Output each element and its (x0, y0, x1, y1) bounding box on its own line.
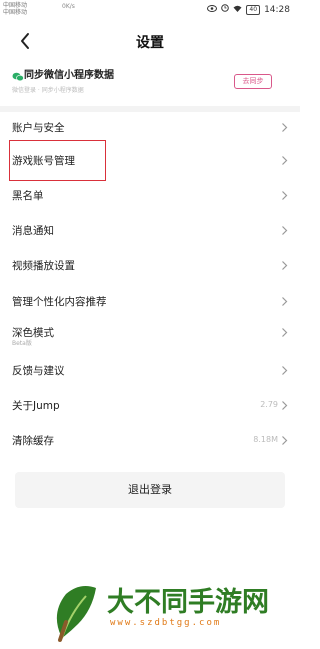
settings-item-about[interactable]: 关于Jump 2.79 (0, 391, 300, 421)
wifi-icon (233, 5, 242, 15)
version-value: 2.79 (260, 400, 278, 409)
alarm-icon (221, 4, 230, 15)
settings-item-personalized-recommendations[interactable]: 管理个性化内容推荐 (0, 287, 300, 317)
settings-item-label: 管理个性化内容推荐 (12, 296, 107, 308)
watermark-title: 大不同手游网 (107, 587, 269, 618)
chevron-right-icon (282, 191, 288, 200)
settings-item-account-security[interactable]: 账户与安全 (0, 113, 300, 143)
chevron-right-icon (282, 297, 288, 306)
settings-item-dark-mode[interactable]: 深色模式 Beta版 (0, 318, 300, 354)
highlight-box (9, 140, 106, 181)
battery-icon: 40 (246, 4, 261, 15)
chevron-right-icon (282, 226, 288, 235)
settings-item-label: 视频播放设置 (12, 260, 75, 272)
settings-item-notifications[interactable]: 消息通知 (0, 216, 300, 246)
network-speed: 0K/s (62, 3, 75, 10)
chevron-right-icon (282, 261, 288, 270)
settings-item-blacklist[interactable]: 黑名单 (0, 181, 300, 211)
status-icons: 40 14:28 (207, 4, 290, 15)
chevron-right-icon (282, 401, 288, 410)
watermark-url: www.szdbtgg.com (110, 618, 222, 628)
settings-item-label: 清除缓存 (12, 435, 54, 447)
section-divider (0, 106, 300, 112)
sync-button[interactable]: 去同步 (234, 74, 272, 89)
carrier-name-2: 中国移动 (3, 9, 28, 16)
page-title: 设置 (136, 35, 164, 51)
eye-icon (207, 4, 218, 15)
settings-item-label: 反馈与建议 (12, 365, 65, 377)
beta-badge: Beta版 (12, 340, 32, 347)
wechat-icon (12, 67, 24, 82)
status-bar: 中国移动 中国移动 0K/s 40 14:28 (0, 0, 300, 22)
settings-item-label: 黑名单 (12, 190, 44, 202)
clock: 14:28 (264, 4, 290, 15)
chevron-right-icon (282, 366, 288, 375)
carrier-info: 中国移动 中国移动 (3, 2, 27, 16)
carrier-name-1: 中国移动 (3, 2, 28, 9)
logout-button[interactable]: 退出登录 (15, 472, 285, 508)
cache-size-value: 8.18M (253, 435, 278, 444)
chevron-right-icon (282, 328, 288, 337)
watermark: 大不同手游网 www.szdbtgg.com (40, 578, 290, 644)
settings-item-video-playback[interactable]: 视频播放设置 (0, 251, 300, 281)
sync-title: 同步微信小程序数据 (24, 70, 114, 81)
settings-item-label: 消息通知 (12, 225, 54, 237)
chevron-right-icon (282, 156, 288, 165)
leaf-logo-icon (56, 586, 96, 642)
navigation-bar: 设置 (0, 28, 300, 58)
settings-item-clear-cache[interactable]: 清除缓存 8.18M (0, 426, 300, 456)
settings-item-label: 账户与安全 (12, 122, 65, 134)
sync-subtitle: 微信登录 · 同步小程序数据 (12, 87, 84, 94)
sync-wechat-section: 同步微信小程序数据 微信登录 · 同步小程序数据 去同步 (0, 62, 300, 104)
settings-item-feedback[interactable]: 反馈与建议 (0, 356, 300, 386)
chevron-right-icon (282, 436, 288, 445)
chevron-right-icon (282, 123, 288, 132)
settings-item-label: 关于Jump (12, 400, 60, 412)
